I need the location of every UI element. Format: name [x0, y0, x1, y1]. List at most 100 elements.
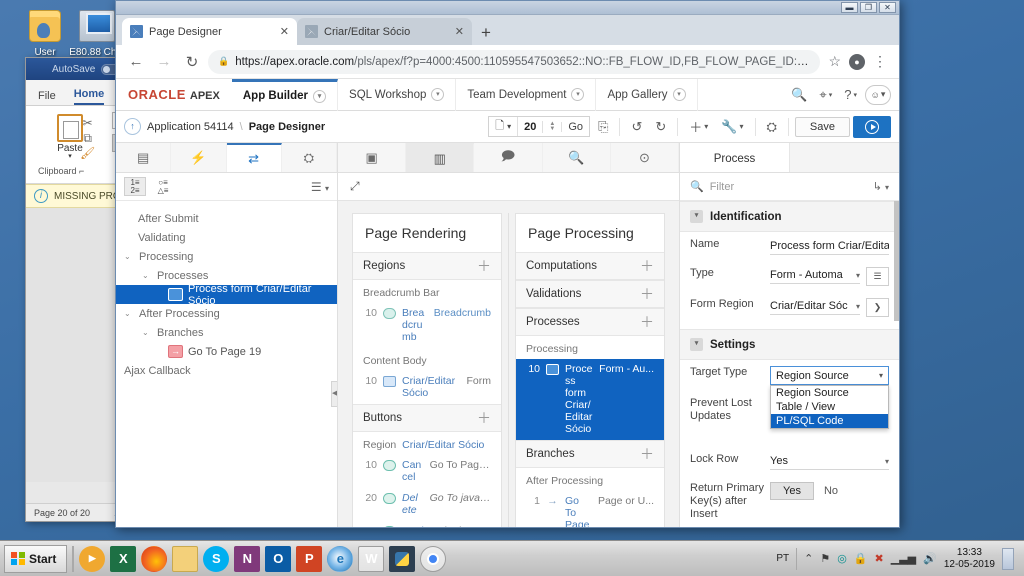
close-icon[interactable]: ✕	[455, 25, 464, 38]
chrome-menu-icon[interactable]: ⋮	[869, 53, 891, 70]
cut-icon[interactable]: ✂	[80, 116, 95, 131]
language-indicator[interactable]: PT	[776, 553, 789, 564]
type-select[interactable]: Form - Automa ▾	[770, 267, 860, 284]
list-item[interactable]: 10 Breadcrumb Breadcrumb	[353, 303, 501, 348]
shapes-icon[interactable]: ⛭	[762, 119, 782, 135]
section-computations[interactable]: Computations ＋	[516, 252, 664, 280]
nav-tab-app-builder[interactable]: App Builder ▾	[231, 78, 339, 111]
taskbar-skype-icon[interactable]: S	[203, 545, 230, 572]
breadcrumb-application[interactable]: Application 54114	[147, 121, 234, 133]
item-name[interactable]: Go To Page 19	[565, 495, 592, 527]
antivirus-icon[interactable]: ✖	[875, 552, 884, 565]
globe-icon[interactable]: ⌖ ▾	[815, 87, 836, 103]
clock[interactable]: 13:33 12-05-2019	[944, 547, 995, 571]
section-buttons[interactable]: Buttons ＋	[353, 404, 501, 432]
list-item-selected[interactable]: 10 Process form Criar/Editar Sócio Form …	[516, 359, 664, 440]
tab-placeholder[interactable]	[789, 143, 899, 172]
tab-processing-icon[interactable]: ⇄	[226, 143, 282, 172]
tab-process[interactable]: Process	[680, 143, 789, 172]
tab-rendering-icon[interactable]: ▤	[116, 143, 172, 172]
nav-tab-app-gallery[interactable]: App Gallery ▾	[596, 78, 698, 111]
center-pane-tabs[interactable]: ▣ ▥ 🗩 🔍 ⊙	[338, 143, 680, 173]
wrench-icon[interactable]: 🔧 ▾	[716, 119, 748, 135]
tab-search-icon[interactable]: 🔍	[542, 143, 611, 172]
network-icon[interactable]: ▁▃▅	[891, 552, 916, 565]
tree-node-processing[interactable]: ⌄ Processing	[116, 247, 337, 266]
go-button[interactable]: Go	[562, 121, 589, 133]
tree-node-go-to-page-19[interactable]: Go To Page 19	[116, 342, 337, 361]
tree-node-after-submit[interactable]: After Submit	[116, 209, 337, 228]
undo-icon[interactable]: ↺	[626, 119, 647, 135]
section-identification[interactable]: ▾ Identification	[680, 201, 899, 232]
list-item[interactable]: 10 Cancel Go To Page 19	[353, 455, 501, 488]
chevron-down-icon[interactable]: ⌄	[124, 252, 134, 261]
copy-icon[interactable]: ⧉	[80, 131, 95, 146]
property-pane-tabs[interactable]: Process	[680, 143, 899, 173]
search-icon[interactable]: 🔍	[787, 87, 811, 103]
page-icon[interactable]: 🗋 ▾	[489, 117, 519, 136]
chevron-down-icon[interactable]: ▾	[571, 88, 585, 101]
account-icon[interactable]: ☺ ▾	[865, 84, 891, 105]
maximize-button[interactable]: ❐	[860, 2, 877, 13]
list-view-icon[interactable]: ☰ ▾	[311, 180, 329, 194]
back-button[interactable]: ←	[124, 53, 148, 70]
taskbar-media-player-icon[interactable]	[79, 545, 106, 572]
chevron-down-icon[interactable]: ▾	[885, 457, 889, 466]
list-item[interactable]: 30 Apply Changes Submit Page	[353, 521, 501, 527]
item-name[interactable]: Apply Changes	[402, 525, 425, 527]
processing-tree[interactable]: After Submit Validating ⌄ Processing ⌄ P…	[116, 201, 337, 527]
tree-node-validating[interactable]: Validating	[116, 228, 337, 247]
nav-tab-team-development[interactable]: Team Development ▾	[456, 78, 597, 111]
profile-avatar-icon[interactable]: ●	[849, 53, 865, 70]
name-input[interactable]: Process form Criar/Editar Só	[770, 238, 889, 255]
page-number-input[interactable]: 20	[518, 120, 544, 133]
tree-node-after-processing[interactable]: ⌄ After Processing	[116, 304, 337, 323]
item-name[interactable]: Breadcrumb	[402, 307, 428, 343]
show-desktop-button[interactable]	[1002, 547, 1014, 570]
next-icon[interactable]: ❯	[866, 298, 889, 317]
option-region-source[interactable]: Region Source	[771, 386, 888, 400]
security-icon[interactable]: 🔒	[854, 552, 868, 565]
minimize-button[interactable]: ▬	[841, 2, 858, 13]
close-button[interactable]: ✕	[879, 2, 896, 13]
nav-tab-sql-workshop[interactable]: SQL Workshop ▾	[338, 78, 457, 111]
page-spinner[interactable]: ▲ ▼	[543, 121, 563, 132]
browser-tab-criar-editar-socio[interactable]: Criar/Editar Sócio ✕	[297, 18, 472, 45]
tree-node-branches[interactable]: ⌄ Branches	[116, 323, 337, 342]
taskbar-powerpoint-icon[interactable]: P	[296, 545, 323, 572]
chevron-down-icon[interactable]: ▾	[856, 271, 860, 280]
oracle-apex-logo[interactable]: ORACLE APEX	[116, 87, 232, 102]
taskbar-file-explorer-icon[interactable]	[172, 545, 199, 572]
list-item[interactable]: 10 Criar/Editar Sócio Form	[353, 371, 501, 404]
hidden-icons-icon[interactable]: ⌃	[804, 552, 813, 565]
lock-row-select[interactable]: Yes ▾	[770, 453, 889, 470]
chevron-down-icon[interactable]: ▾	[431, 88, 445, 101]
property-filter-row[interactable]: 🔍 Filter ↳ ▾	[680, 173, 899, 201]
list-icon[interactable]: ☰	[866, 267, 889, 286]
item-name[interactable]: Criar/Editar Sócio	[402, 375, 461, 399]
section-processes[interactable]: Processes ＋	[516, 308, 664, 336]
pane-resize-handle[interactable]: ◀	[331, 381, 337, 407]
item-name[interactable]: Delete	[402, 492, 424, 516]
add-process-icon[interactable]: ＋	[640, 315, 654, 329]
chrome-window[interactable]: ▬ ❐ ✕ Page Designer ✕ Criar/Editar Sócio…	[115, 0, 900, 528]
taskbar-internet-explorer-icon[interactable]: e	[327, 545, 354, 572]
volume-icon[interactable]: 🔊	[923, 552, 937, 565]
tab-strip[interactable]: Page Designer ✕ Criar/Editar Sócio ✕ +	[116, 15, 899, 45]
list-item[interactable]: 1 → Go To Page 19 Page or U...	[516, 491, 664, 527]
reset-icon[interactable]: ↳ ▾	[873, 180, 889, 193]
tab-grid-icon[interactable]: ▥	[406, 143, 475, 172]
forward-button[interactable]: →	[152, 53, 176, 70]
add-validation-icon[interactable]: ＋	[640, 287, 654, 301]
section-regions[interactable]: Regions ＋	[353, 252, 501, 280]
help-icon[interactable]: ? ▾	[840, 87, 861, 102]
address-bar[interactable]: 🔒 https://apex.oracle.com/pls/apex/f?p=4…	[208, 49, 821, 74]
page-selector-group[interactable]: 🗋 ▾ 20 ▲ ▼ Go	[488, 116, 591, 137]
property-scrollbar[interactable]	[894, 201, 899, 321]
no-button[interactable]: No	[824, 485, 838, 497]
target-type-select[interactable]: Region Source ▾	[770, 366, 889, 385]
chevron-down-icon[interactable]: ▾	[313, 89, 327, 103]
new-tab-button[interactable]: +	[472, 24, 500, 45]
sort-alpha-icon[interactable]: ○≡ △≡	[152, 177, 174, 196]
taskbar-excel-icon[interactable]: X	[110, 545, 137, 572]
